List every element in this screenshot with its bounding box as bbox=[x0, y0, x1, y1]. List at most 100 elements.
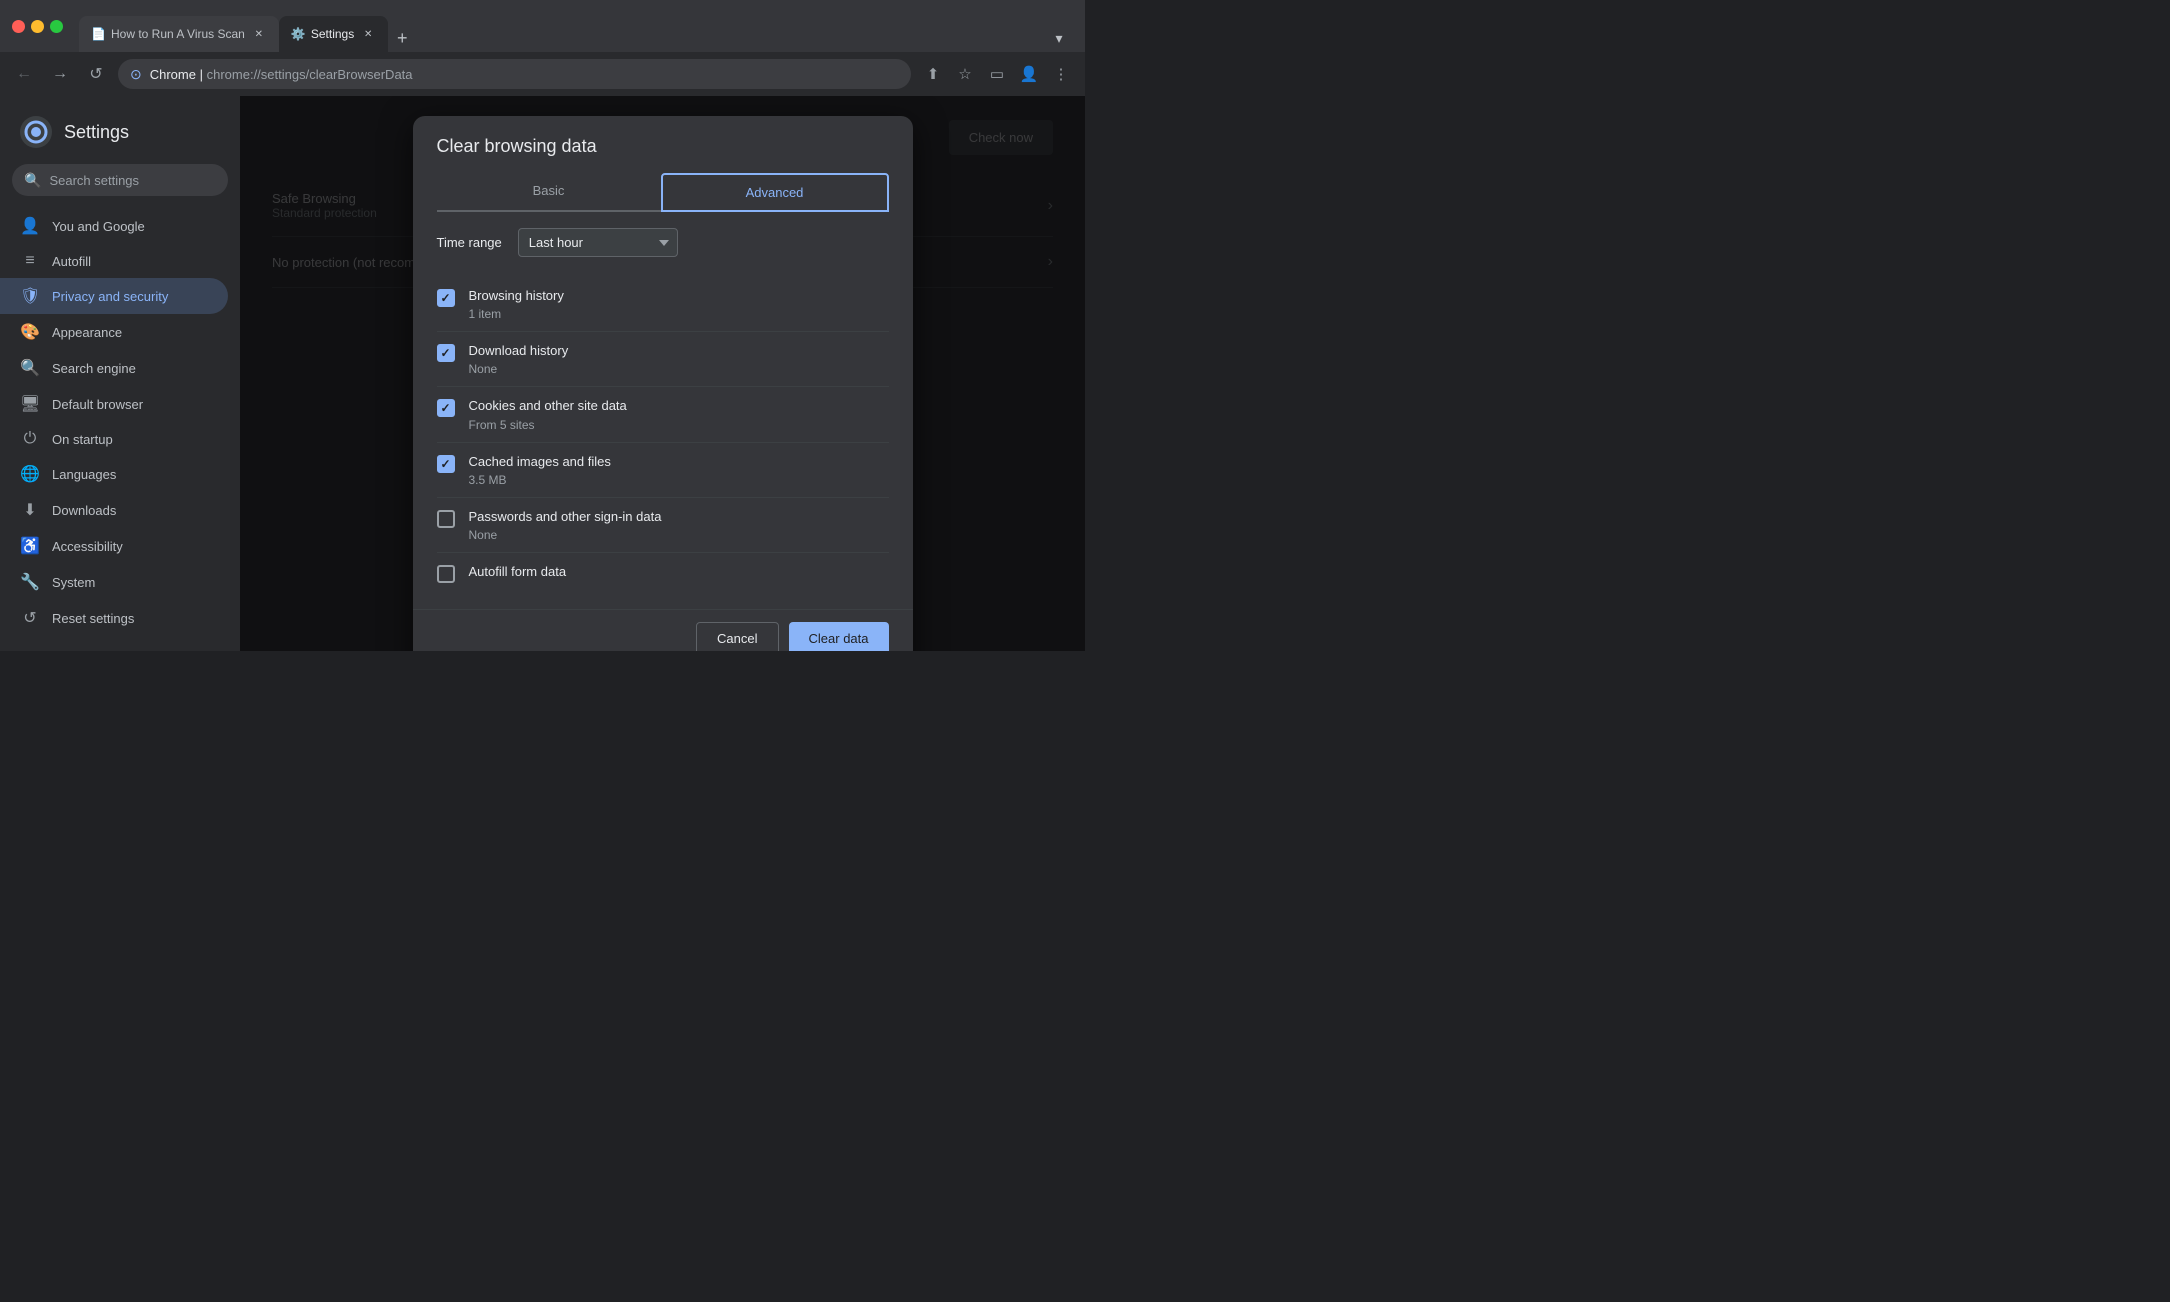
modal-overlay: Clear browsing data Basic Advanced Time … bbox=[240, 96, 1085, 651]
sidebar-label-privacy-security: Privacy and security bbox=[52, 289, 168, 304]
address-bar-domain: Chrome bbox=[150, 67, 196, 82]
traffic-lights bbox=[12, 20, 63, 33]
system-icon: 🔧 bbox=[20, 572, 40, 592]
tab-virus-favicon: 📄 bbox=[91, 27, 105, 41]
downloads-icon: ⬇ bbox=[20, 500, 40, 520]
tab-basic[interactable]: Basic bbox=[437, 173, 661, 212]
sidebar-item-default-browser[interactable]: 🖥 Default browser bbox=[0, 386, 228, 422]
sidebar-label-languages: Languages bbox=[52, 467, 116, 482]
passwords-sub: None bbox=[469, 528, 889, 542]
cancel-button[interactable]: Cancel bbox=[696, 622, 778, 651]
content-area: Check now Safe Browsing Standard protect… bbox=[240, 96, 1085, 651]
modal-header: Clear browsing data Basic Advanced bbox=[413, 116, 913, 212]
autofill-icon: ≡ bbox=[20, 252, 40, 270]
cookies-sub: From 5 sites bbox=[469, 418, 889, 432]
checkmark-icon: ✓ bbox=[440, 457, 450, 471]
sidebar-label-search-engine: Search engine bbox=[52, 361, 136, 376]
tab-virus[interactable]: 📄 How to Run A Virus Scan ✕ bbox=[79, 16, 279, 52]
sidebar-label-you-and-google: You and Google bbox=[52, 219, 145, 234]
download-history-label: Download history bbox=[469, 342, 889, 360]
sidebar-label-downloads: Downloads bbox=[52, 503, 116, 518]
checkbox-cached-images-input[interactable]: ✓ bbox=[437, 455, 455, 473]
sidebar-item-downloads[interactable]: ⬇ Downloads bbox=[0, 492, 228, 528]
sidebar-label-accessibility: Accessibility bbox=[52, 539, 123, 554]
tab-virus-title: How to Run A Virus Scan bbox=[111, 27, 245, 41]
forward-button[interactable]: → bbox=[46, 60, 74, 88]
tab-menu-button[interactable]: ▾ bbox=[1045, 24, 1073, 52]
person-icon: 👤 bbox=[20, 216, 40, 236]
time-range-select[interactable]: Last hour Last 24 hours Last 7 days Last… bbox=[518, 228, 678, 257]
tab-settings[interactable]: ⚙️ Settings ✕ bbox=[279, 16, 388, 52]
sidebar-item-search-engine[interactable]: 🔍 Search engine bbox=[0, 350, 228, 386]
sidebar-label-system: System bbox=[52, 575, 95, 590]
tab-settings-title: Settings bbox=[311, 27, 354, 41]
checkbox-download-history-input[interactable]: ✓ bbox=[437, 344, 455, 362]
sidebar-item-appearance[interactable]: 🎨 Appearance bbox=[0, 314, 228, 350]
tab-settings-close[interactable]: ✕ bbox=[360, 26, 376, 42]
main-layout: Settings 🔍 Search settings 👤 You and Goo… bbox=[0, 96, 1085, 651]
sidebar-item-languages[interactable]: 🌐 Languages bbox=[0, 456, 228, 492]
checkmark-icon: ✓ bbox=[440, 291, 450, 305]
checkbox-browsing-history-input[interactable]: ✓ bbox=[437, 289, 455, 307]
languages-icon: 🌐 bbox=[20, 464, 40, 484]
cookies-label: Cookies and other site data bbox=[469, 397, 889, 415]
time-range-row: Time range Last hour Last 24 hours Last … bbox=[437, 228, 889, 257]
address-bar-separator: | bbox=[200, 67, 207, 82]
tab-virus-close[interactable]: ✕ bbox=[251, 26, 267, 42]
checkbox-cookies-input[interactable]: ✓ bbox=[437, 399, 455, 417]
download-history-sub: None bbox=[469, 362, 889, 376]
profile-button[interactable]: 👤 bbox=[1015, 60, 1043, 88]
address-bar-path: chrome://settings/clearBrowserData bbox=[207, 67, 413, 82]
close-traffic-light[interactable] bbox=[12, 20, 25, 33]
reload-button[interactable]: ↺ bbox=[82, 60, 110, 88]
sidebar-header: Settings bbox=[0, 104, 240, 164]
sidebar-item-reset-settings[interactable]: ↺ Reset settings bbox=[0, 600, 228, 636]
sidebar-title: Settings bbox=[64, 122, 129, 143]
modal-tabs: Basic Advanced bbox=[437, 173, 889, 212]
address-bar-icon: ⊙ bbox=[130, 66, 142, 83]
checkbox-download-history: ✓ Download history None bbox=[437, 332, 889, 387]
sidebar-item-autofill[interactable]: ≡ Autofill bbox=[0, 244, 228, 278]
bookmark-button[interactable]: ☆ bbox=[951, 60, 979, 88]
clear-data-button[interactable]: Clear data bbox=[789, 622, 889, 651]
search-icon: 🔍 bbox=[24, 172, 41, 189]
checkmark-icon: ✓ bbox=[440, 346, 450, 360]
maximize-traffic-light[interactable] bbox=[50, 20, 63, 33]
checkbox-autofill-input[interactable] bbox=[437, 565, 455, 583]
titlebar: 📄 How to Run A Virus Scan ✕ ⚙️ Settings … bbox=[0, 0, 1085, 52]
search-box[interactable]: 🔍 Search settings bbox=[12, 164, 228, 196]
checkbox-autofill: Autofill form data bbox=[437, 553, 889, 593]
autofill-label: Autofill form data bbox=[469, 563, 889, 581]
sidebar-label-autofill: Autofill bbox=[52, 254, 91, 269]
tab-advanced[interactable]: Advanced bbox=[661, 173, 889, 212]
tab-settings-favicon: ⚙️ bbox=[291, 27, 305, 41]
checkbox-browsing-history: ✓ Browsing history 1 item bbox=[437, 277, 889, 332]
toolbar: ← → ↺ ⊙ Chrome | chrome://settings/clear… bbox=[0, 52, 1085, 96]
toolbar-actions: ⬆ ☆ ▭ 👤 ⋮ bbox=[919, 60, 1075, 88]
default-browser-icon: 🖥 bbox=[20, 394, 40, 414]
address-bar-text: Chrome | chrome://settings/clearBrowserD… bbox=[150, 67, 899, 82]
modal-title: Clear browsing data bbox=[437, 136, 889, 157]
checkbox-passwords-input[interactable] bbox=[437, 510, 455, 528]
share-button[interactable]: ⬆ bbox=[919, 60, 947, 88]
sidebar-item-system[interactable]: 🔧 System bbox=[0, 564, 228, 600]
sidebar-label-on-startup: On startup bbox=[52, 432, 113, 447]
minimize-traffic-light[interactable] bbox=[31, 20, 44, 33]
checkbox-cached-images: ✓ Cached images and files 3.5 MB bbox=[437, 443, 889, 498]
menu-button[interactable]: ⋮ bbox=[1047, 60, 1075, 88]
cached-images-label: Cached images and files bbox=[469, 453, 889, 471]
new-tab-button[interactable]: + bbox=[388, 24, 416, 52]
sidebar-toggle-button[interactable]: ▭ bbox=[983, 60, 1011, 88]
sidebar: Settings 🔍 Search settings 👤 You and Goo… bbox=[0, 96, 240, 651]
sidebar-item-you-and-google[interactable]: 👤 You and Google bbox=[0, 208, 228, 244]
sidebar-item-accessibility[interactable]: ♿ Accessibility bbox=[0, 528, 228, 564]
sidebar-item-on-startup[interactable]: ⏻ On startup bbox=[0, 422, 228, 456]
tabs-area: 📄 How to Run A Virus Scan ✕ ⚙️ Settings … bbox=[71, 0, 1073, 52]
back-button[interactable]: ← bbox=[10, 60, 38, 88]
modal-footer: Cancel Clear data bbox=[413, 609, 913, 651]
reset-icon: ↺ bbox=[20, 608, 40, 628]
time-range-label: Time range bbox=[437, 235, 502, 250]
browsing-history-sub: 1 item bbox=[469, 307, 889, 321]
address-bar[interactable]: ⊙ Chrome | chrome://settings/clearBrowse… bbox=[118, 59, 911, 89]
sidebar-item-privacy-security[interactable]: 🛡 Privacy and security bbox=[0, 278, 228, 314]
